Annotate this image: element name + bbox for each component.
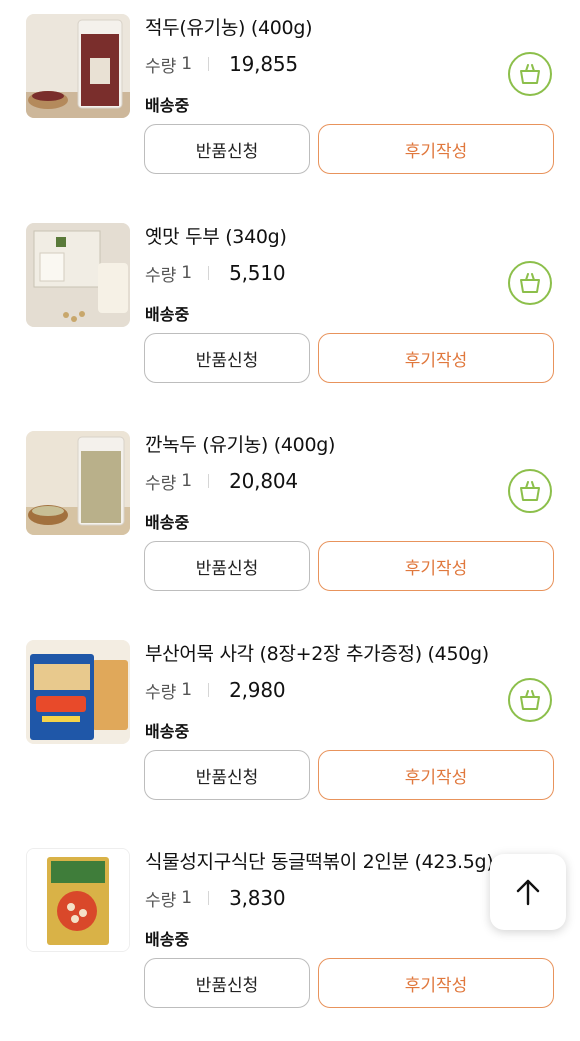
product-image-tteokbokki[interactable]	[26, 848, 130, 952]
order-item: 부산어묵 사각 (8장+2장 추가증정) (450g) 수량 1 2,980 배…	[0, 626, 580, 826]
scroll-to-top-button[interactable]	[490, 854, 566, 930]
quantity-value: 1	[181, 888, 193, 908]
shopping-basket-icon	[520, 481, 540, 501]
product-image-mung-beans[interactable]	[26, 431, 130, 535]
quantity-label: 수량	[145, 682, 177, 703]
return-request-button[interactable]: 반품신청	[144, 541, 310, 591]
add-to-cart-button[interactable]	[508, 52, 552, 96]
return-request-button[interactable]: 반품신청	[144, 124, 310, 174]
product-price: 20,804	[229, 469, 298, 493]
meta-divider	[208, 474, 210, 488]
order-meta: 수량 1 5,510	[145, 259, 286, 287]
delivery-status: 배송중	[145, 513, 190, 532]
shopping-basket-icon	[520, 64, 540, 84]
product-image-tofu[interactable]	[26, 223, 130, 327]
write-review-button[interactable]: 후기작성	[318, 958, 554, 1008]
quantity-value: 1	[181, 680, 193, 700]
product-name[interactable]: 깐녹두 (유기농) (400g)	[145, 431, 540, 459]
product-name[interactable]: 부산어묵 사각 (8장+2장 추가증정) (450g)	[145, 640, 540, 668]
return-request-button[interactable]: 반품신청	[144, 750, 310, 800]
order-meta: 수량 1 2,980	[145, 676, 286, 704]
meta-divider	[208, 891, 210, 905]
product-price: 5,510	[229, 261, 286, 285]
quantity-label: 수량	[145, 265, 177, 286]
quantity-label: 수량	[145, 56, 177, 77]
product-image-red-beans[interactable]	[26, 14, 130, 118]
write-review-button[interactable]: 후기작성	[318, 124, 554, 174]
product-name[interactable]: 옛맛 두부 (340g)	[145, 223, 540, 251]
meta-divider	[208, 57, 210, 71]
order-item: 적두(유기농) (400g) 수량 1 19,855 배송중 반품신청 후기작성	[0, 0, 580, 200]
write-review-button[interactable]: 후기작성	[318, 333, 554, 383]
add-to-cart-button[interactable]	[508, 469, 552, 513]
product-price: 3,830	[229, 886, 286, 910]
shopping-basket-icon	[520, 273, 540, 293]
delivery-status: 배송중	[145, 96, 190, 115]
return-request-button[interactable]: 반품신청	[144, 958, 310, 1008]
product-image-fish-cake[interactable]	[26, 640, 130, 744]
order-meta: 수량 1 3,830	[145, 884, 286, 912]
meta-divider	[208, 683, 210, 697]
order-meta: 수량 1 19,855	[145, 50, 298, 78]
product-name[interactable]: 식물성지구식단 동글떡볶이 2인분 (423.5g)	[145, 848, 540, 876]
shopping-basket-icon	[520, 690, 540, 710]
write-review-button[interactable]: 후기작성	[318, 541, 554, 591]
product-name[interactable]: 적두(유기농) (400g)	[145, 14, 540, 42]
quantity-label: 수량	[145, 890, 177, 911]
delivery-status: 배송중	[145, 930, 190, 949]
order-item: 깐녹두 (유기농) (400g) 수량 1 20,804 배송중 반품신청 후기…	[0, 417, 580, 617]
product-price: 19,855	[229, 52, 298, 76]
add-to-cart-button[interactable]	[508, 678, 552, 722]
product-price: 2,980	[229, 678, 286, 702]
quantity-value: 1	[181, 471, 193, 491]
write-review-button[interactable]: 후기작성	[318, 750, 554, 800]
order-meta: 수량 1 20,804	[145, 467, 298, 495]
delivery-status: 배송중	[145, 722, 190, 741]
quantity-value: 1	[181, 54, 193, 74]
delivery-status: 배송중	[145, 305, 190, 324]
return-request-button[interactable]: 반품신청	[144, 333, 310, 383]
order-item: 옛맛 두부 (340g) 수량 1 5,510 배송중 반품신청 후기작성	[0, 209, 580, 409]
quantity-value: 1	[181, 263, 193, 283]
meta-divider	[208, 266, 210, 280]
quantity-label: 수량	[145, 473, 177, 494]
add-to-cart-button[interactable]	[508, 261, 552, 305]
arrow-up-icon	[516, 879, 540, 906]
